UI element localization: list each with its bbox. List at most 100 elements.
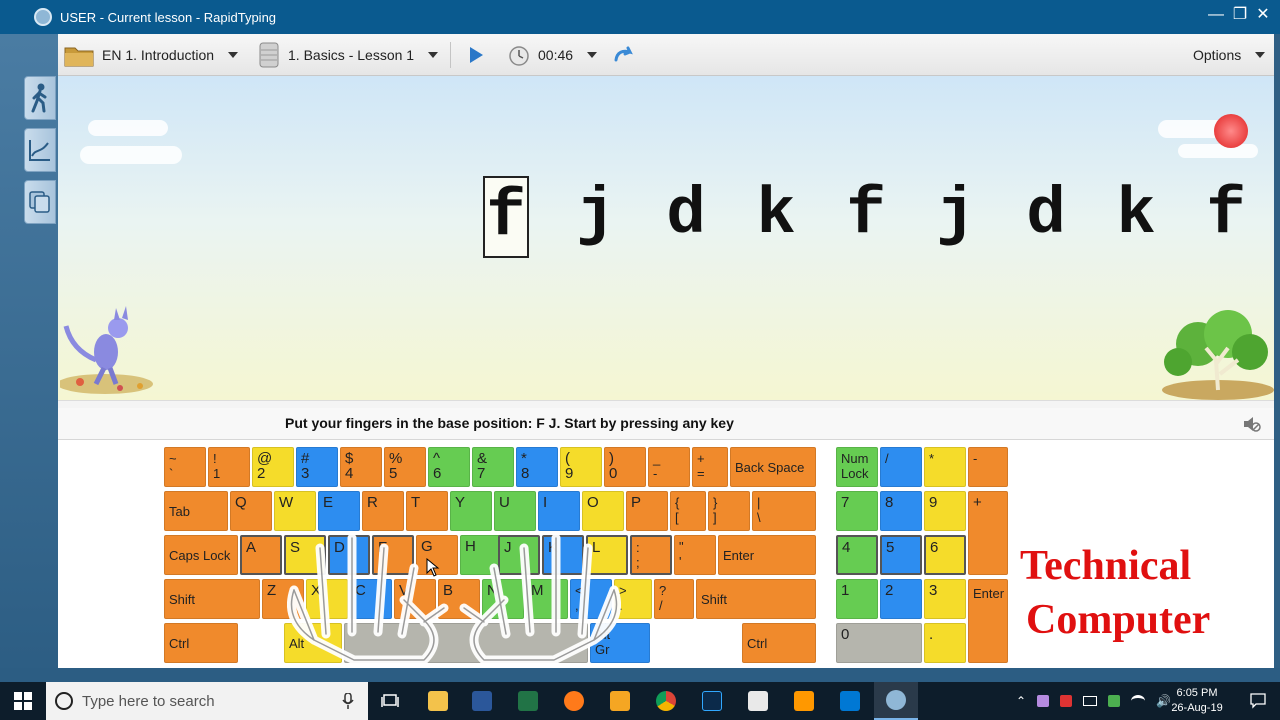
taskbar-file-explorer[interactable]: [416, 682, 460, 720]
key-2: @ 2: [252, 447, 294, 487]
lesson-dropdown[interactable]: 1. Basics - Lesson 1: [258, 34, 439, 76]
key-num-divide: /: [880, 447, 922, 487]
key-caps-lock: Caps Lock: [164, 535, 238, 575]
taskbar-paint[interactable]: [598, 682, 642, 720]
lesson-letter: k: [1116, 177, 1156, 252]
key-num-enter: Enter: [968, 579, 1008, 663]
chevron-down-icon: [1255, 52, 1266, 58]
lessons-editor-button[interactable]: [24, 180, 56, 224]
sun-icon: [1214, 114, 1248, 148]
key-backtick: ~ `: [164, 447, 206, 487]
firefox-icon: [564, 691, 584, 711]
window-title: USER - Current lesson - RapidTyping: [60, 10, 277, 25]
taskbar-snipping-tool[interactable]: [736, 682, 780, 720]
pages-icon: [29, 191, 50, 213]
battery-icon[interactable]: [1083, 696, 1098, 706]
task-view-button[interactable]: [368, 682, 412, 720]
kangaroo-mascot: [60, 306, 153, 394]
lesson-letter: j: [576, 177, 616, 252]
course-dropdown[interactable]: EN 1. Introduction: [64, 34, 239, 76]
microphone-icon[interactable]: [342, 693, 354, 709]
key-left-bracket: { [: [670, 491, 706, 531]
key-left-shift: Shift: [164, 579, 260, 619]
play-icon: [470, 47, 483, 63]
rapidtyping-window: USER - Current lesson - RapidTyping — ❐ …: [0, 0, 1280, 720]
excel-icon: [518, 691, 538, 711]
book-stack-icon: [259, 42, 279, 68]
taskbar-search[interactable]: Type here to search: [46, 682, 368, 720]
key-5: % 5: [384, 447, 426, 487]
key-num-4: 4: [836, 535, 878, 575]
restart-button[interactable]: [613, 34, 633, 76]
key-num-7: 7: [836, 491, 878, 531]
key-7: & 7: [472, 447, 514, 487]
taskbar-sublime-text[interactable]: [782, 682, 826, 720]
start-button[interactable]: [0, 682, 46, 720]
snipping-tool-icon: [748, 691, 768, 711]
lesson-letter-current: f: [483, 176, 529, 258]
play-button[interactable]: [468, 34, 484, 76]
app-icon: [34, 8, 52, 26]
instruction-bar: Put your fingers in the base position: F…: [58, 408, 1274, 440]
sound-muted-icon[interactable]: [1242, 414, 1262, 434]
key-6: ^ 6: [428, 447, 470, 487]
key-num-minus: -: [968, 447, 1008, 487]
key-num-8: 8: [880, 491, 922, 531]
cloud-decoration: [1178, 144, 1258, 158]
timer-value: 00:46: [538, 47, 574, 63]
lesson-label: 1. Basics - Lesson 1: [288, 47, 415, 63]
toolbar-divider: [450, 42, 451, 68]
taskbar-word[interactable]: [460, 682, 504, 720]
task-view-icon: [381, 694, 399, 707]
timer-dropdown[interactable]: 00:46: [508, 34, 598, 76]
taskbar-clock[interactable]: 6:05 PM 26-Aug-19: [1168, 686, 1226, 716]
key-right-bracket: } ]: [708, 491, 750, 531]
lesson-letter: d: [666, 177, 706, 252]
pen-icon[interactable]: [1037, 695, 1050, 707]
key-y: Y: [450, 491, 492, 531]
lesson-letter: d: [1026, 177, 1066, 252]
key-num-plus: +: [968, 491, 1008, 575]
lesson-letter: k: [756, 177, 796, 252]
notifications-button[interactable]: [1236, 682, 1280, 720]
mouse-pointer-icon: [426, 558, 440, 577]
taskbar-firefox[interactable]: [552, 682, 596, 720]
statistics-button[interactable]: [24, 128, 56, 172]
key-num-multiply: *: [924, 447, 966, 487]
watermark-line1: Technical: [1020, 543, 1192, 589]
wifi-icon[interactable]: [1131, 695, 1146, 707]
stopwatch-icon: [509, 46, 529, 66]
key-backslash: | \: [752, 491, 816, 531]
key-q: Q: [230, 491, 272, 531]
photoshop-icon: [702, 691, 722, 711]
options-label: Options: [1193, 47, 1242, 63]
taskbar-rapidtyping[interactable]: [874, 682, 918, 720]
windows-logo-icon: [14, 692, 32, 710]
chevron-up-icon[interactable]: ⌃: [1016, 694, 1026, 708]
divider-strip: [58, 400, 1274, 408]
key-right-shift: Shift: [696, 579, 816, 619]
acrobat-icon[interactable]: [1060, 695, 1073, 707]
options-menu[interactable]: Options: [1193, 34, 1266, 76]
security-icon[interactable]: [1108, 695, 1121, 707]
key-0: ) 0: [604, 447, 646, 487]
keyboard-area: ~ ` ! 1 @ 2 # 3 $ 4 % 5 ^ 6 & 7 * 8 ( 9 …: [58, 440, 1274, 668]
minimize-button[interactable]: —: [1205, 4, 1227, 26]
taskbar-photoshop[interactable]: [690, 682, 734, 720]
paint-icon: [610, 691, 630, 711]
taskbar-vscode[interactable]: [828, 682, 872, 720]
vscode-icon: [840, 691, 860, 711]
taskbar-chrome[interactable]: [644, 682, 688, 720]
lesson-letter: f: [1206, 177, 1246, 252]
key-num-lock: Num Lock: [836, 447, 878, 487]
restore-button[interactable]: ❐: [1229, 4, 1251, 26]
key-1: ! 1: [208, 447, 250, 487]
clock-time: 6:05 PM: [1176, 687, 1218, 699]
lesson-mode-button[interactable]: [24, 76, 56, 120]
close-button[interactable]: ✕: [1252, 4, 1274, 26]
left-dock: [0, 34, 58, 682]
walking-person-icon: [31, 83, 47, 113]
taskbar-excel[interactable]: [506, 682, 550, 720]
key-minus: _ -: [648, 447, 690, 487]
taskbar: Type here to search ⌃ 🔊 6:05 PM 26-Aug-1…: [0, 682, 1280, 720]
